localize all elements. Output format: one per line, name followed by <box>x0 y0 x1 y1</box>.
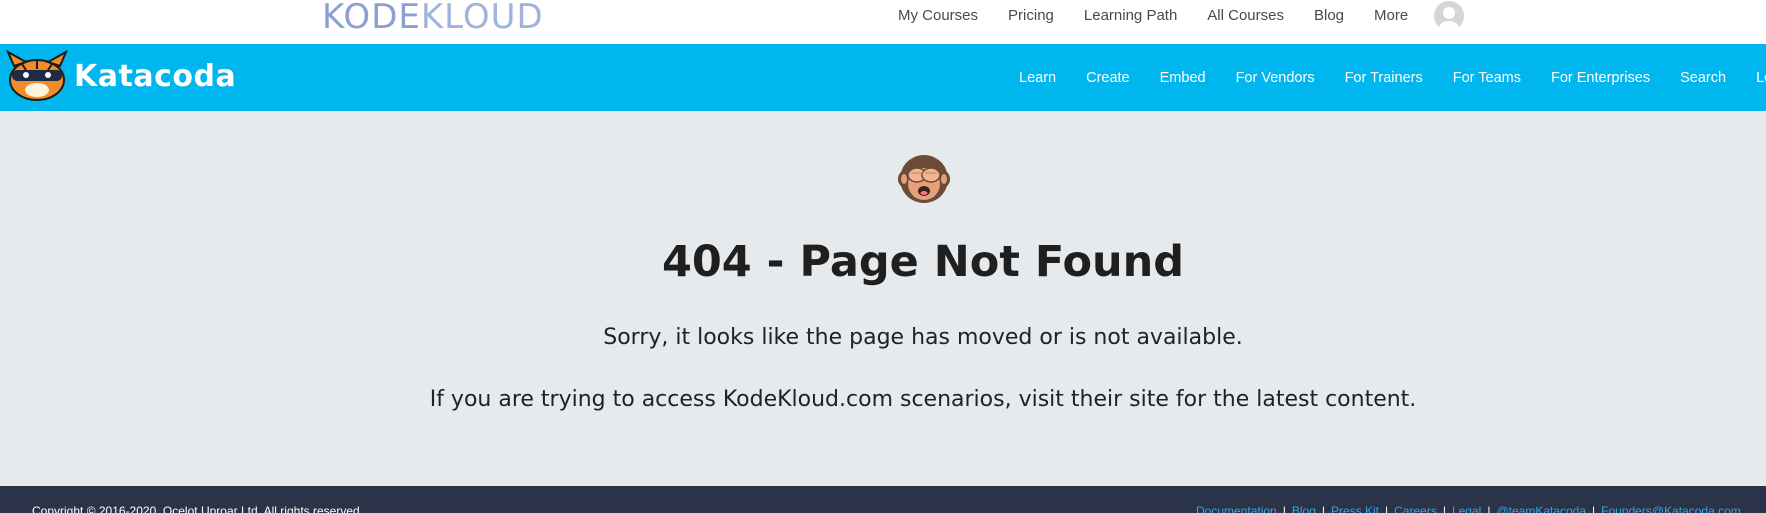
footer-links: Documentation | Blog | Press Kit | Careers | Leg… <box>1196 504 1741 513</box>
katacoda-brand-text: Katacoda <box>74 59 237 94</box>
footer: Copyright © 2016-2020, Ocelot Uproar Ltd… <box>0 486 1766 513</box>
footer-separator: | <box>1592 504 1596 513</box>
kk-nav-more[interactable]: More <box>1374 7 1408 24</box>
kodekloud-hint: If you are trying to access KodeKloud.co… <box>429 387 1417 412</box>
kodekloud-logo-part1: KODE <box>322 0 421 37</box>
katacoda-nav: Learn Create Embed For Vendors For Train… <box>1019 44 1766 111</box>
kc-nav-for-trainers[interactable]: For Trainers <box>1345 70 1423 86</box>
kodekloud-nav: My Courses Pricing Learning Path All Cou… <box>898 0 1438 30</box>
footer-link-founders-email[interactable]: Founders@Katacoda.com <box>1601 504 1741 513</box>
copyright-text: Copyright © 2016-2020, Ocelot Uproar Ltd… <box>32 504 364 513</box>
katacoda-navbar: Katacoda Learn Create Embed For Vendors … <box>0 44 1766 111</box>
footer-link-blog[interactable]: Blog <box>1292 504 1316 513</box>
footer-separator: | <box>1282 504 1286 513</box>
kc-nav-for-teams[interactable]: For Teams <box>1453 70 1521 86</box>
kc-nav-learn[interactable]: Learn <box>1019 70 1056 86</box>
see-no-evil-monkey-icon <box>896 151 952 207</box>
footer-separator: | <box>1442 504 1446 513</box>
footer-separator: | <box>1385 504 1389 513</box>
kk-nav-learning-path[interactable]: Learning Path <box>1084 7 1177 24</box>
kk-nav-all-courses[interactable]: All Courses <box>1207 7 1284 24</box>
kk-nav-pricing[interactable]: Pricing <box>1008 7 1054 24</box>
kc-nav-embed[interactable]: Embed <box>1160 70 1206 86</box>
footer-link-press-kit[interactable]: Press Kit <box>1331 504 1379 513</box>
user-avatar-icon[interactable] <box>1434 1 1464 31</box>
footer-link-careers[interactable]: Careers <box>1394 504 1437 513</box>
katacoda-brand[interactable]: Katacoda <box>4 50 236 104</box>
kc-nav-log-in[interactable]: Log In <box>1756 70 1766 86</box>
katacoda-mascot-icon <box>6 50 68 101</box>
footer-link-legal[interactable]: Legal <box>1452 504 1481 513</box>
kc-nav-for-vendors[interactable]: For Vendors <box>1236 70 1315 86</box>
not-found-message: Sorry, it looks like the page has moved … <box>603 325 1243 350</box>
footer-link-twitter[interactable]: @teamKatacoda <box>1496 504 1586 513</box>
not-found-panel: 404 - Page Not Found Sorry, it looks lik… <box>0 111 1766 486</box>
kc-nav-create[interactable]: Create <box>1086 70 1130 86</box>
kodekloud-header: KODE KLOUD My Courses Pricing Learning Pa… <box>0 0 1766 44</box>
footer-separator: | <box>1321 504 1325 513</box>
footer-link-documentation[interactable]: Documentation <box>1196 504 1277 513</box>
kodekloud-logo-part2: KLOUD <box>420 0 544 37</box>
footer-separator: | <box>1487 504 1491 513</box>
page-title: 404 - Page Not Found <box>661 237 1185 287</box>
kk-nav-my-courses[interactable]: My Courses <box>898 7 978 24</box>
kc-nav-search[interactable]: Search <box>1680 70 1726 86</box>
kodekloud-logo[interactable]: KODE KLOUD <box>322 0 544 34</box>
kk-nav-blog[interactable]: Blog <box>1314 7 1344 24</box>
kc-nav-for-enterprises[interactable]: For Enterprises <box>1551 70 1650 86</box>
